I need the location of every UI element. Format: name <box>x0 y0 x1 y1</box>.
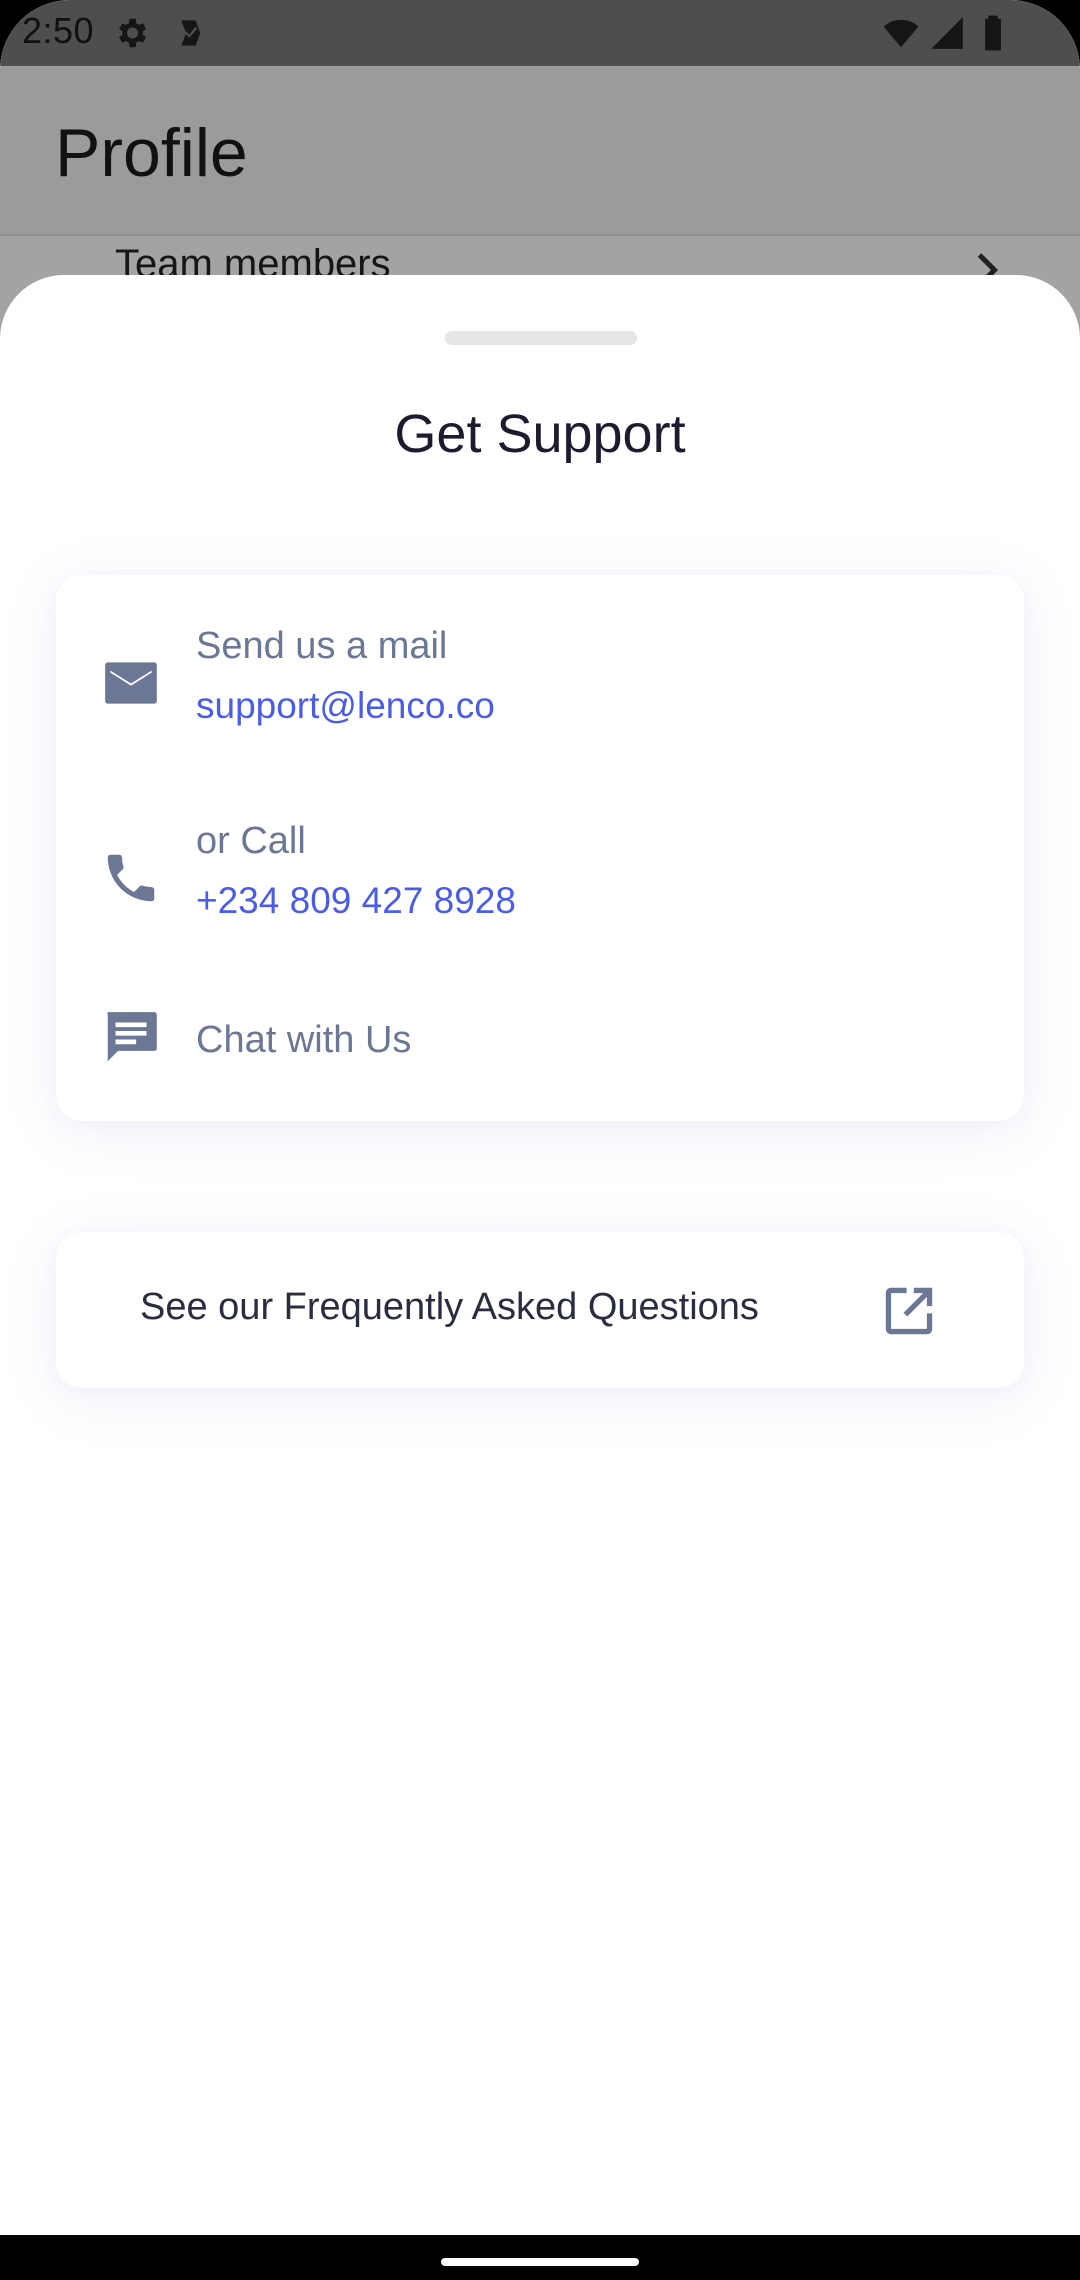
sheet-title: Get Support <box>394 404 686 464</box>
mail-icon <box>105 662 157 704</box>
phone-link[interactable]: +234 809 427 8928 <box>196 880 516 922</box>
chat-label: Chat with Us <box>196 1019 412 1061</box>
screen: 2:50 Profile Team members Get Support Se… <box>0 0 1080 2280</box>
faq-card[interactable]: See our Frequently Asked Questions <box>56 1232 1024 1388</box>
call-row[interactable]: or Call +234 809 427 8928 <box>56 810 1024 940</box>
open-external-icon <box>885 1287 933 1335</box>
chat-row[interactable]: Chat with Us <box>56 995 1024 1095</box>
support-bottom-sheet: Get Support Send us a mail support@lenco… <box>0 275 1080 2235</box>
mail-label: Send us a mail <box>196 625 448 667</box>
call-label: or Call <box>196 820 306 862</box>
faq-label: See our Frequently Asked Questions <box>140 1286 759 1328</box>
home-gesture-handle[interactable] <box>441 2258 639 2266</box>
phone-icon <box>107 854 155 902</box>
chat-icon <box>107 1012 157 1062</box>
mail-row[interactable]: Send us a mail support@lenco.co <box>56 615 1024 745</box>
mail-link[interactable]: support@lenco.co <box>196 685 495 727</box>
contact-card: Send us a mail support@lenco.co or Call … <box>56 575 1024 1121</box>
drag-handle[interactable] <box>445 331 637 345</box>
